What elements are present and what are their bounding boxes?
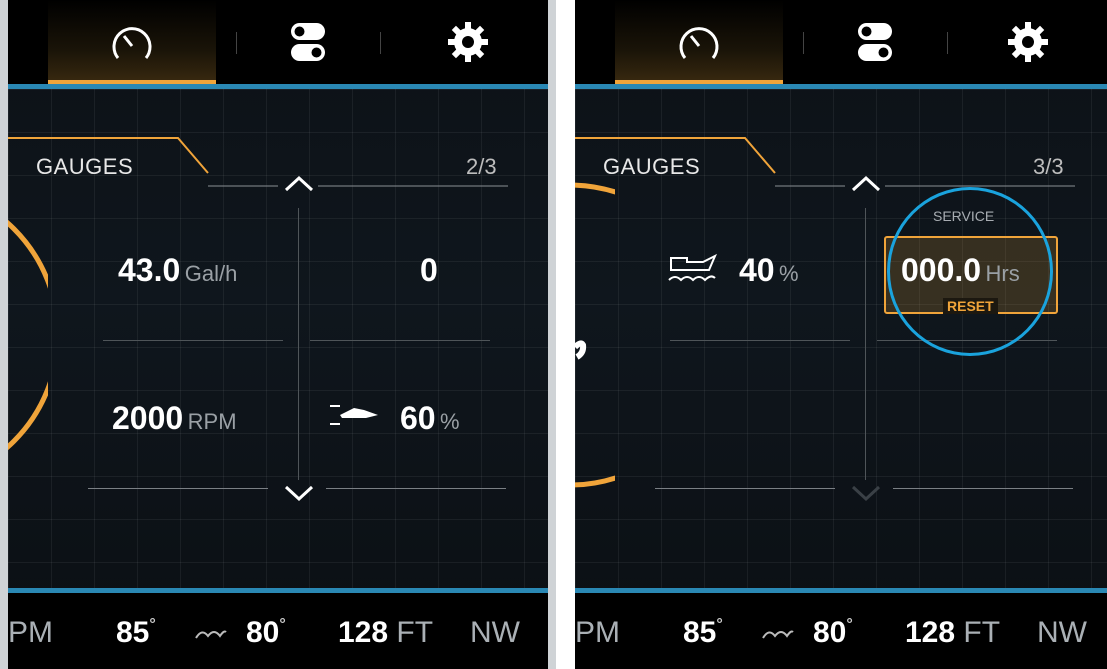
- highlight-ring: [887, 187, 1053, 356]
- dial-arc: [575, 182, 615, 488]
- tab-gauges[interactable]: [615, 0, 783, 84]
- water-temp-value: 80: [813, 616, 847, 649]
- toggle-switches-icon: [858, 23, 892, 61]
- speedometer-icon: [679, 27, 719, 59]
- water-temp: 80°: [246, 616, 286, 650]
- trim-value: 60: [400, 400, 436, 436]
- status-bar: PM 85° 80° 128 FT NW: [575, 588, 1107, 669]
- trim-unit: %: [440, 409, 460, 434]
- tab-settings[interactable]: [949, 0, 1107, 84]
- tab-switches[interactable]: [238, 0, 378, 84]
- water-temp-value: 80: [246, 616, 280, 649]
- tab-switches[interactable]: [805, 0, 945, 84]
- rpm-value: 2000: [112, 400, 184, 436]
- air-temp-value: 85: [683, 616, 717, 649]
- depth-value: 128: [338, 616, 389, 649]
- depth-unit: FT: [963, 616, 1001, 649]
- rpm-label-truncated: PM: [8, 616, 53, 649]
- page-indicator: 2/3: [466, 154, 497, 179]
- depth-readout: 128 FT: [338, 616, 433, 650]
- top-navigation-bar: [8, 0, 548, 89]
- degree-symbol: °: [846, 616, 853, 633]
- section-title: GAUGES: [36, 154, 134, 179]
- gear-icon: [448, 22, 488, 62]
- chevron-up-icon[interactable]: [851, 174, 881, 194]
- screen-gauges-2: GAUGES 2/3 43.0 Gal/h 0 2000 RPM 60 % PM…: [8, 0, 548, 669]
- rpm-readout: 2000 RPM: [112, 400, 237, 437]
- speedometer-icon: [112, 27, 152, 59]
- degree-symbol: °: [716, 616, 723, 633]
- rpm-unit: RPM: [187, 409, 237, 434]
- depth-unit: FT: [396, 616, 434, 649]
- air-temp: 85°: [683, 616, 723, 650]
- water-temp: 80°: [813, 616, 853, 650]
- chevron-up-icon[interactable]: [284, 174, 314, 194]
- tab-gauges[interactable]: [48, 0, 216, 84]
- trim-boat-icon: [330, 405, 378, 425]
- chevron-down-icon[interactable]: [284, 483, 314, 503]
- toggle-switches-icon: [291, 23, 325, 61]
- screen-gauges-3: GAUGES 3/3 40 % SERVICE 000.0 Hrs RESET …: [575, 0, 1107, 669]
- trim-readout: 60 %: [400, 400, 460, 437]
- top-navigation-bar: [575, 0, 1107, 89]
- air-temp: 85°: [116, 616, 156, 650]
- oil-unit: %: [779, 261, 799, 286]
- heading: NW: [470, 616, 520, 649]
- heading: NW: [1037, 616, 1087, 649]
- degree-symbol: °: [149, 616, 156, 633]
- chevron-down-icon[interactable]: [851, 483, 881, 503]
- oil-can-icon: [668, 253, 717, 282]
- water-temp-icon: [195, 630, 227, 639]
- fuel-rate-value: 43.0: [118, 252, 181, 288]
- degree-symbol: °: [279, 616, 286, 633]
- top-right-value: 0: [420, 252, 438, 288]
- rpm-label-truncated: PM: [575, 616, 620, 649]
- section-title: GAUGES: [603, 154, 701, 179]
- tab-settings[interactable]: [388, 0, 548, 84]
- oil-readout: 40 %: [739, 252, 799, 289]
- fuel-rate-unit: Gal/h: [184, 261, 238, 286]
- depth-readout: 128 FT: [905, 616, 1000, 650]
- water-temp-icon: [762, 630, 794, 639]
- status-bar: PM 85° 80° 128 FT NW: [8, 588, 548, 669]
- air-temp-value: 85: [116, 616, 150, 649]
- oil-value: 40: [739, 252, 775, 288]
- fuel-rate-readout: 43.0 Gal/h: [118, 252, 237, 289]
- gear-icon: [1008, 22, 1048, 62]
- dial-arc: [8, 219, 48, 451]
- depth-value: 128: [905, 616, 956, 649]
- page-indicator: 3/3: [1033, 154, 1064, 179]
